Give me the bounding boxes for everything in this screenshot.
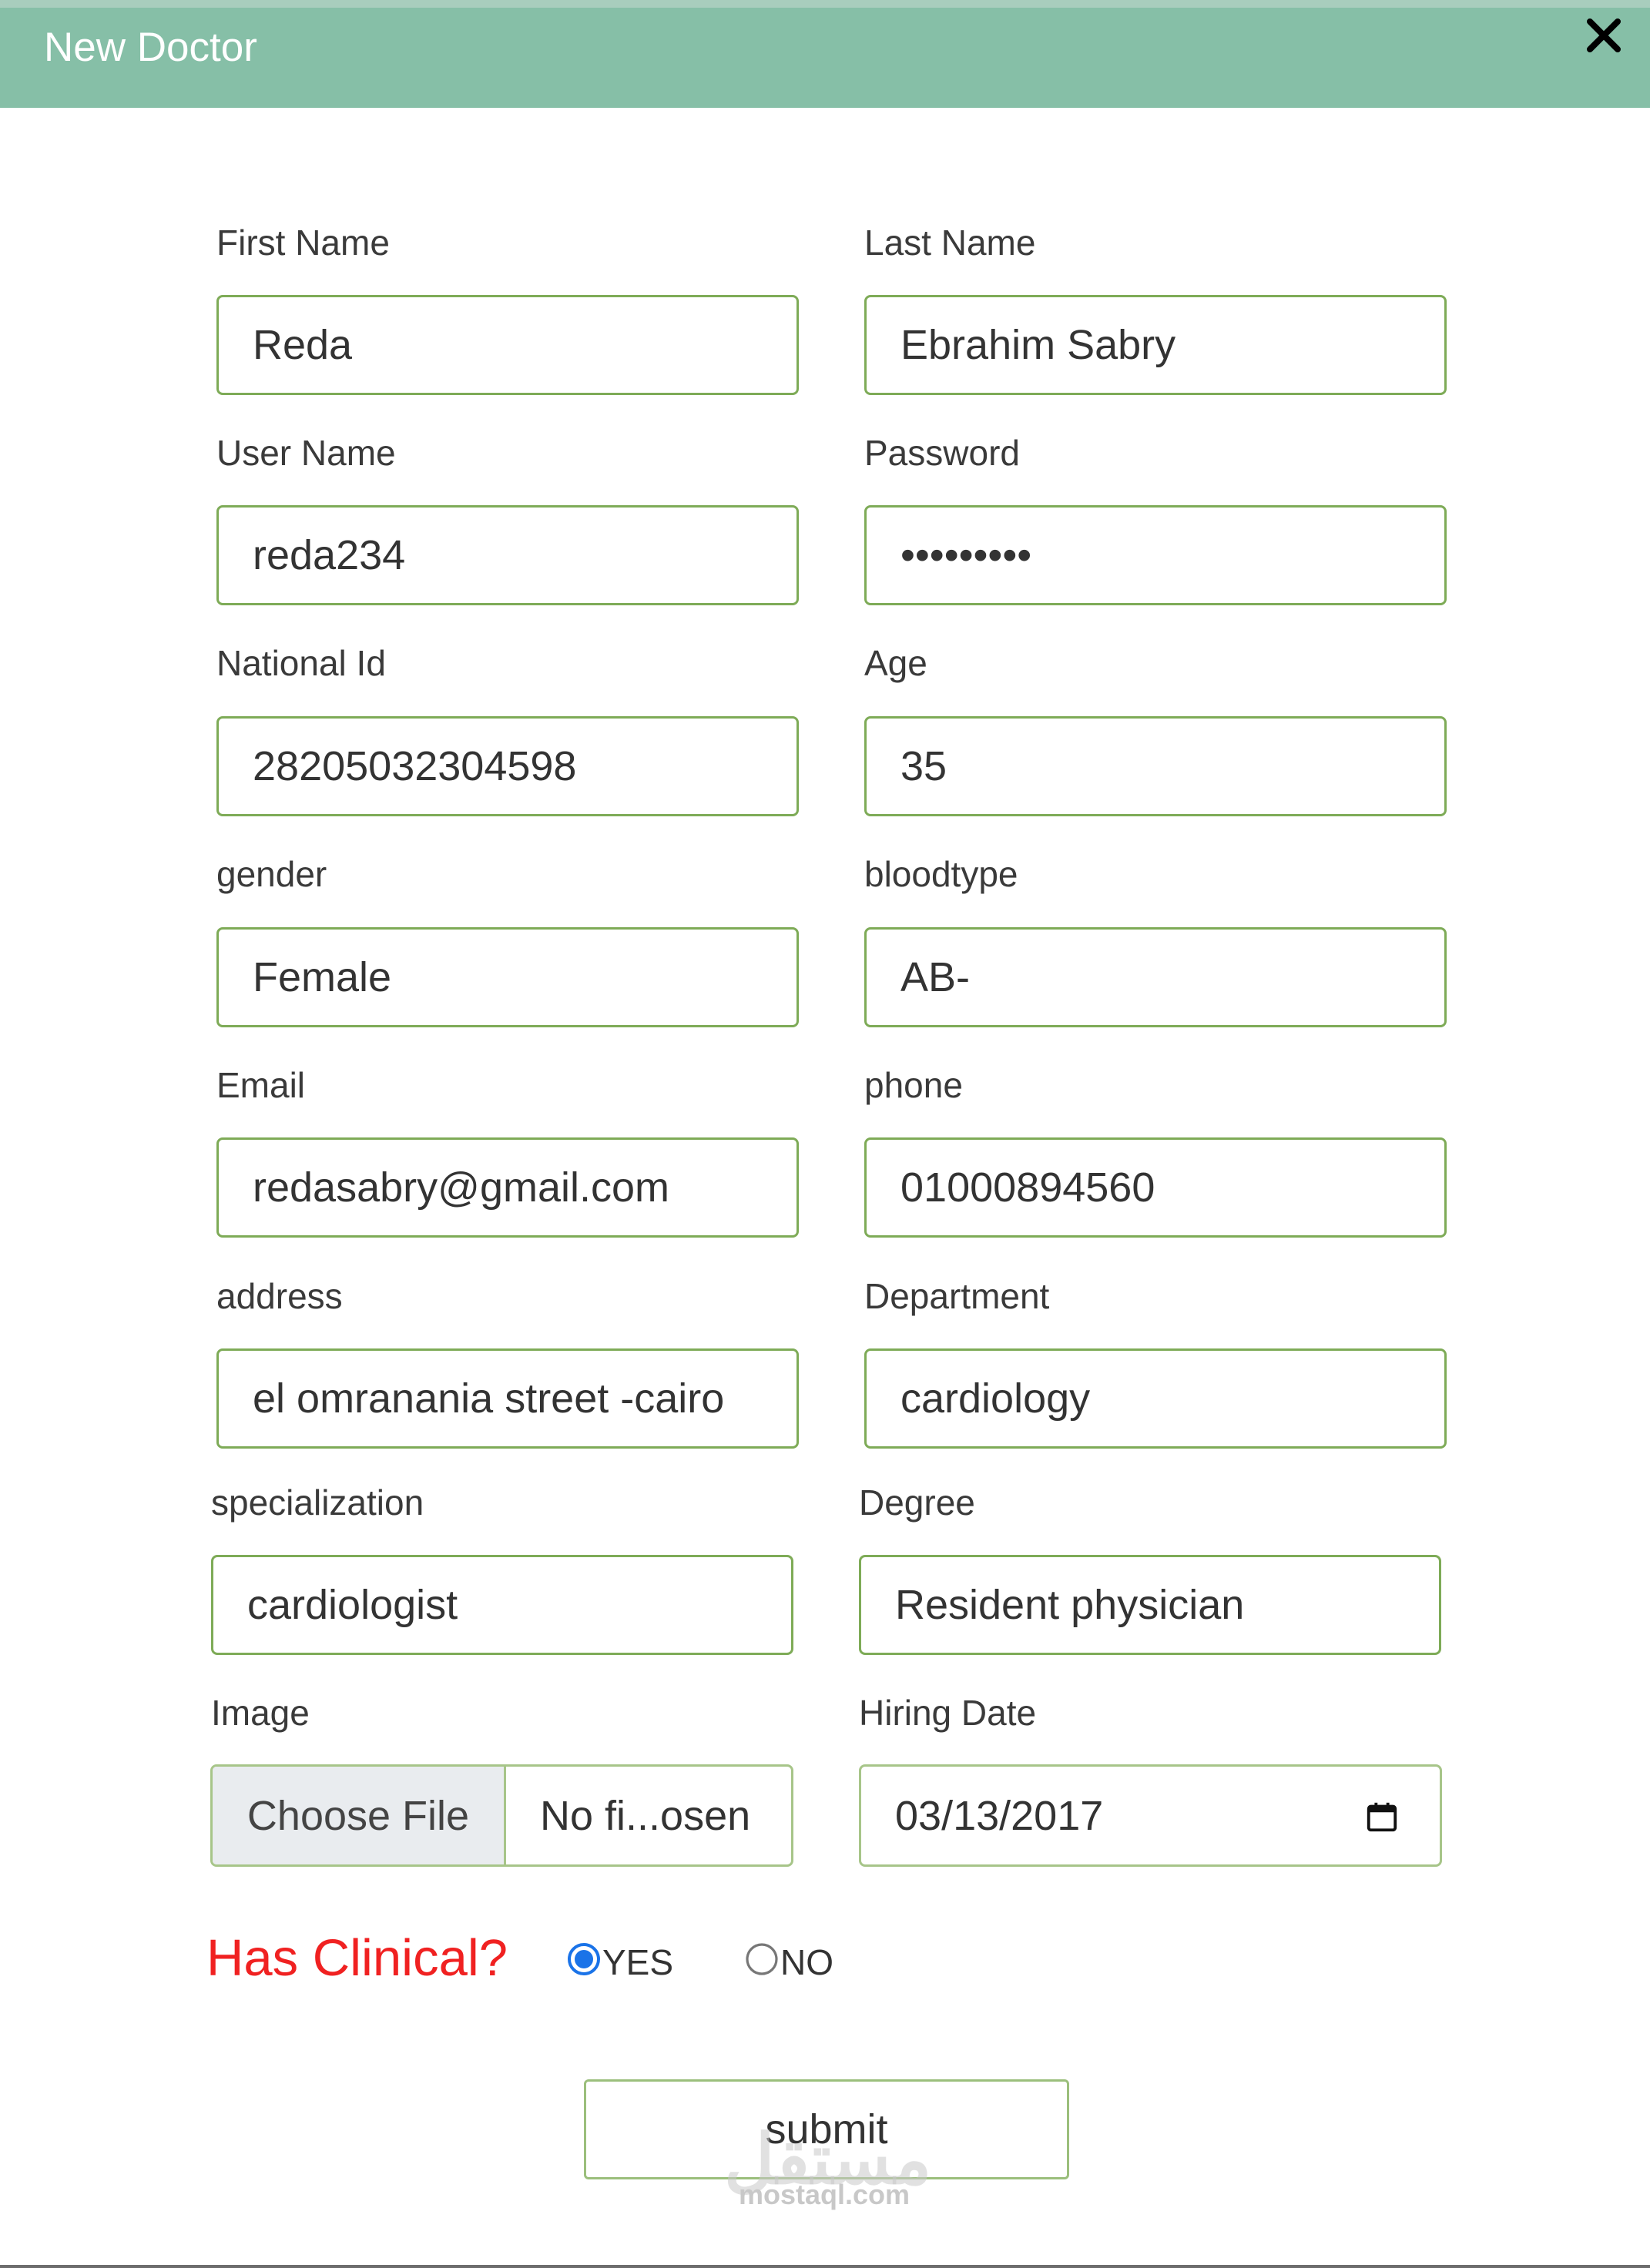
choose-file-button[interactable]: Choose File (213, 1767, 506, 1864)
phone-label: phone (864, 1065, 963, 1105)
degree-label: Degree (859, 1482, 975, 1523)
password-field[interactable] (864, 505, 1447, 605)
image-label: Image (211, 1693, 310, 1733)
address-field[interactable] (216, 1348, 799, 1449)
hiring-date-field[interactable]: 03/13/2017 (859, 1764, 1442, 1867)
bottom-divider (0, 2265, 1650, 2268)
file-name-text: No fi...osen (540, 1792, 751, 1839)
calendar-icon[interactable] (1364, 1799, 1400, 1834)
specialization-label: specialization (211, 1482, 424, 1523)
last-name-label: Last Name (864, 223, 1036, 263)
last-name-field[interactable] (864, 295, 1447, 395)
radio-no-label: NO (780, 1942, 833, 1982)
national-id-field[interactable] (216, 716, 799, 816)
phone-field[interactable] (864, 1137, 1447, 1238)
bloodtype-label: bloodtype (864, 854, 1018, 894)
email-label: Email (216, 1065, 306, 1105)
watermark-text: mostaql.com (738, 2179, 911, 2210)
has-clinical-label: Has Clinical? (206, 1929, 508, 1987)
department-field[interactable] (864, 1348, 1447, 1449)
hiring-date-value: 03/13/2017 (895, 1792, 1104, 1839)
radio-no[interactable] (745, 1942, 779, 1976)
password-label: Password (864, 433, 1020, 473)
radio-yes[interactable] (567, 1942, 601, 1976)
gender-label: gender (216, 854, 327, 894)
address-label: address (216, 1276, 343, 1316)
user-name-field[interactable] (216, 505, 799, 605)
national-id-label: National Id (216, 643, 386, 683)
specialization-field[interactable] (211, 1555, 793, 1655)
email-field[interactable] (216, 1137, 799, 1238)
age-label: Age (864, 643, 927, 683)
degree-field[interactable] (859, 1555, 1441, 1655)
radio-yes-label: YES (602, 1942, 674, 1982)
close-icon[interactable] (1581, 12, 1627, 59)
first-name-label: First Name (216, 223, 390, 263)
first-name-field[interactable] (216, 295, 799, 395)
dialog-title: New Doctor (44, 25, 257, 70)
hiring-date-label: Hiring Date (859, 1693, 1037, 1733)
bloodtype-field[interactable] (864, 927, 1447, 1027)
user-name-label: User Name (216, 433, 396, 473)
dialog-header: New Doctor (0, 0, 1650, 108)
gender-field[interactable] (216, 927, 799, 1027)
image-file-input[interactable]: Choose File No fi...osen (210, 1764, 793, 1867)
age-field[interactable] (864, 716, 1447, 816)
department-label: Department (864, 1276, 1050, 1316)
